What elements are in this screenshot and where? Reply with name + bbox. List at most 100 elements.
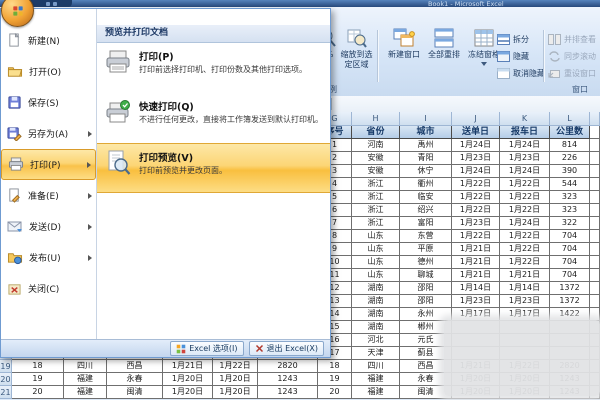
cell[interactable]: 绍兴	[400, 204, 452, 217]
cell[interactable]: 1月21日	[163, 360, 213, 373]
cell[interactable]: 永春	[107, 373, 163, 386]
cell[interactable]	[590, 165, 600, 178]
cell[interactable]	[590, 178, 600, 191]
cell[interactable]: 19	[12, 373, 64, 386]
cell[interactable]: 18	[12, 360, 64, 373]
menu-item-publish[interactable]: 发布(U)	[1, 242, 96, 273]
cell[interactable]: 休宁	[400, 165, 452, 178]
cell[interactable]: 临安	[400, 191, 452, 204]
cell[interactable]: 1月21日	[452, 269, 500, 282]
cell[interactable]: 1月22日	[452, 204, 500, 217]
cell[interactable]: 安徽	[352, 152, 400, 165]
cell[interactable]	[590, 230, 600, 243]
cell[interactable]: 禹州	[400, 139, 452, 152]
row-header[interactable]: 21	[0, 386, 12, 399]
cell[interactable]: 19	[318, 373, 352, 386]
cell[interactable]: 226	[550, 152, 590, 165]
cell[interactable]: 1月22日	[213, 360, 258, 373]
cell[interactable]: 衢州	[400, 178, 452, 191]
menu-item-send[interactable]: 发送(D)	[1, 211, 96, 242]
row-header[interactable]: 19	[0, 360, 12, 373]
cell[interactable]: 1月24日	[452, 165, 500, 178]
cell[interactable]: 山东	[352, 269, 400, 282]
col-header[interactable]: I	[400, 112, 452, 126]
cell[interactable]: 四川	[352, 360, 400, 373]
menu-item-open[interactable]: 打开(O)	[1, 56, 96, 87]
cell[interactable]: 1月24日	[500, 139, 550, 152]
cell[interactable]	[590, 139, 600, 152]
cell[interactable]: 西昌	[107, 360, 163, 373]
cell[interactable]: 814	[550, 139, 590, 152]
cell[interactable]: 河北	[352, 334, 400, 347]
table-header-cell[interactable]: 省份	[352, 126, 400, 139]
cell[interactable]: 四川	[64, 360, 107, 373]
cell[interactable]: 20	[12, 386, 64, 399]
cell[interactable]: 18	[318, 360, 352, 373]
cell[interactable]: 1月22日	[452, 178, 500, 191]
table-header-cell[interactable]: 报车日	[500, 126, 550, 139]
col-header[interactable]: L	[550, 112, 590, 126]
cell[interactable]: 20	[318, 386, 352, 399]
cell[interactable]: 平原	[400, 243, 452, 256]
cell[interactable]: 390	[550, 165, 590, 178]
cell[interactable]: 邵阳	[400, 282, 452, 295]
cell[interactable]: 1月23日	[452, 217, 500, 230]
cell[interactable]: 福建	[64, 386, 107, 399]
cell[interactable]	[590, 269, 600, 282]
cell[interactable]: 1月22日	[452, 191, 500, 204]
cell[interactable]	[590, 282, 600, 295]
cell[interactable]: 永州	[400, 308, 452, 321]
cell[interactable]: 704	[550, 256, 590, 269]
cell[interactable]: 青阳	[400, 152, 452, 165]
cell[interactable]: 1月20日	[163, 386, 213, 399]
cell[interactable]	[590, 295, 600, 308]
cell[interactable]: 浙江	[352, 191, 400, 204]
cell[interactable]: 1月14日	[500, 282, 550, 295]
cell[interactable]: 湖南	[352, 321, 400, 334]
col-header[interactable]	[590, 112, 600, 126]
cell[interactable]: 323	[550, 204, 590, 217]
menu-item-print[interactable]: 打印(P)	[1, 149, 96, 180]
cell[interactable]: 704	[550, 230, 590, 243]
cell[interactable]: 1月20日	[213, 386, 258, 399]
cell[interactable]: 富阳	[400, 217, 452, 230]
cell[interactable]: 浙江	[352, 204, 400, 217]
menu-item-close[interactable]: 关闭(C)	[1, 273, 96, 304]
cell[interactable]: 1372	[550, 282, 590, 295]
cell[interactable]	[590, 243, 600, 256]
col-header[interactable]: J	[452, 112, 500, 126]
table-header-cell[interactable]: 送单日	[452, 126, 500, 139]
cell[interactable]: 浙江	[352, 178, 400, 191]
cell[interactable]: 1月23日	[452, 295, 500, 308]
cell[interactable]: 1月22日	[500, 191, 550, 204]
cell[interactable]: 1月22日	[500, 243, 550, 256]
cell[interactable]: 山东	[352, 256, 400, 269]
cell[interactable]: 1372	[550, 295, 590, 308]
cell[interactable]: 1月14日	[452, 282, 500, 295]
excel-options-button[interactable]: Excel 选项(I)	[170, 341, 243, 356]
submenu-item-quick-print[interactable]: 快速打印(Q) 不进行任何更改，直接将工作簿发送到默认打印机。	[97, 93, 330, 143]
cell[interactable]	[590, 217, 600, 230]
cell[interactable]: 1月24日	[452, 139, 500, 152]
cell[interactable]: 东营	[400, 230, 452, 243]
cell[interactable]: 山东	[352, 243, 400, 256]
cell[interactable]: 323	[550, 191, 590, 204]
cell[interactable]: 1月21日	[452, 256, 500, 269]
cell[interactable]	[590, 126, 600, 139]
col-header[interactable]: H	[352, 112, 400, 126]
cell[interactable]: 福建	[64, 373, 107, 386]
cell[interactable]: 1月22日	[500, 256, 550, 269]
cell[interactable]	[590, 256, 600, 269]
cell[interactable]: 1243	[258, 386, 318, 399]
cell[interactable]: 1月24日	[500, 217, 550, 230]
cell[interactable]: 湖南	[352, 295, 400, 308]
cell[interactable]: 1243	[258, 373, 318, 386]
cell[interactable]: 天津	[352, 347, 400, 360]
cell[interactable]	[590, 204, 600, 217]
table-header-cell[interactable]: 城市	[400, 126, 452, 139]
table-header-cell[interactable]: 公里数	[550, 126, 590, 139]
cell[interactable]	[590, 191, 600, 204]
cell[interactable]: 544	[550, 178, 590, 191]
cell[interactable]: 邵阳	[400, 295, 452, 308]
cell[interactable]: 2820	[258, 360, 318, 373]
